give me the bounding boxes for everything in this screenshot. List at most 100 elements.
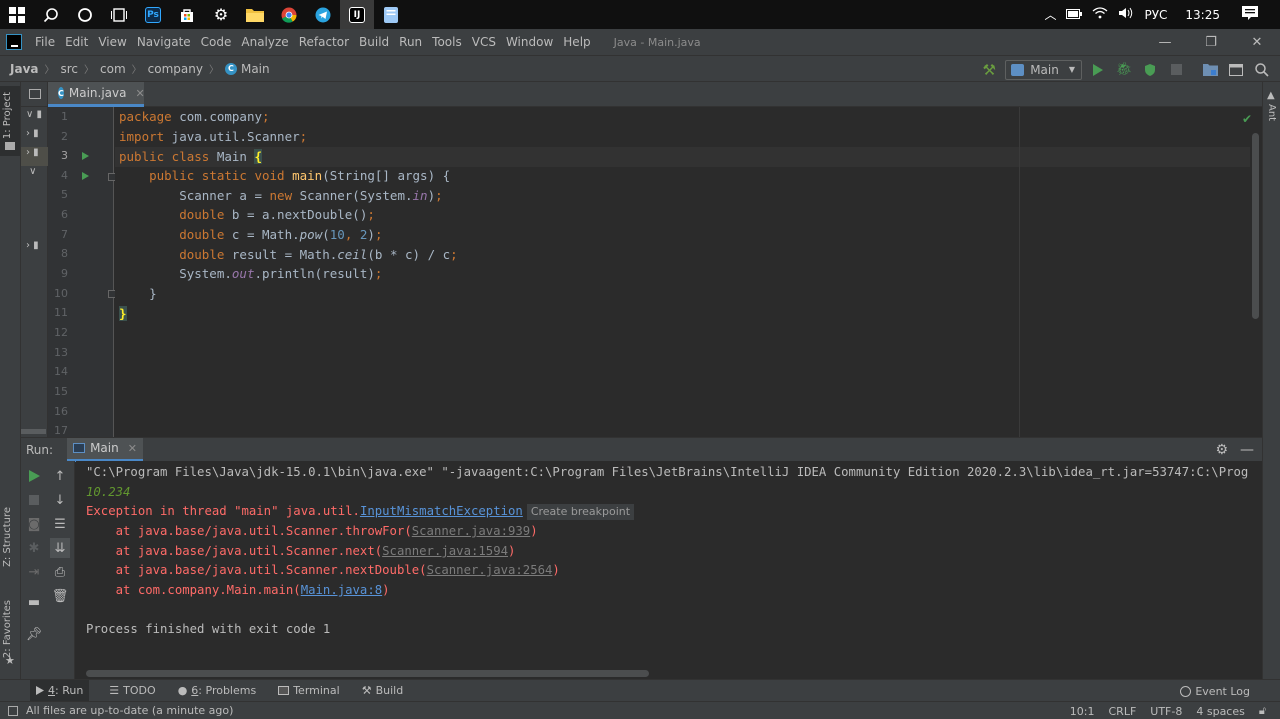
clock-time[interactable]: 13:25 (1185, 8, 1220, 22)
stop-icon[interactable] (24, 490, 44, 510)
source-link[interactable]: Scanner.java:939 (412, 524, 530, 538)
menu-navigate[interactable]: Navigate (132, 35, 196, 49)
tree-row[interactable]: ∨ (21, 166, 48, 185)
file-encoding[interactable]: UTF-8 (1150, 705, 1182, 718)
battery-icon[interactable] (1066, 8, 1083, 22)
cortana-icon[interactable] (68, 0, 102, 29)
run-configuration-select[interactable]: Main ▼ (1005, 59, 1082, 80)
tab-main-java[interactable]: C Main.java ✕ (48, 82, 145, 107)
terminal-tool-button[interactable]: Terminal (276, 680, 342, 702)
status-square-icon[interactable] (8, 705, 18, 716)
wifi-icon[interactable] (1092, 7, 1108, 22)
inspection-ok-check-icon[interactable]: ✔ (1242, 112, 1252, 126)
run-tool-button[interactable]: 4: Run (30, 679, 90, 702)
close-tab-icon[interactable]: ✕ (135, 87, 144, 100)
search-everywhere-icon[interactable] (1252, 60, 1272, 80)
close-tab-icon[interactable]: ✕ (128, 442, 137, 455)
chevron-up-icon[interactable]: ︿ (1044, 6, 1056, 23)
minimize-icon[interactable]: — (1142, 29, 1188, 55)
crumb-main[interactable]: Main (241, 62, 270, 76)
menu-analyze[interactable]: Analyze (236, 35, 293, 49)
debug-bug-icon[interactable]: 🐞︎ (1114, 60, 1134, 80)
source-link[interactable]: Scanner.java:2564 (427, 563, 553, 577)
search-icon[interactable] (34, 0, 68, 29)
tree-row[interactable]: › ▮ (21, 240, 48, 259)
intellij-taskbar-icon[interactable]: IJ (340, 0, 374, 29)
settings-gear-icon[interactable]: ⚙ (204, 0, 238, 29)
notifications-icon[interactable] (1242, 5, 1258, 24)
menu-run[interactable]: Run (394, 35, 427, 49)
windows-start-icon[interactable] (0, 0, 34, 29)
indent-setting[interactable]: 4 spaces (1196, 705, 1245, 718)
chrome-icon[interactable] (272, 0, 306, 29)
input-language[interactable]: РУС (1144, 8, 1167, 22)
console-horizontal-scrollbar[interactable] (86, 670, 649, 677)
run-console[interactable]: "C:\Program Files\Java\jdk-15.0.1\bin\ja… (76, 461, 1262, 679)
run-icon[interactable] (1088, 60, 1108, 80)
photoshop-icon[interactable]: Ps (136, 0, 170, 29)
favorites-star-icon[interactable]: ★ (5, 654, 15, 667)
run-gutter-icon[interactable] (82, 152, 89, 160)
scroll-up-icon[interactable]: ↑ (50, 466, 70, 486)
file-explorer-icon[interactable] (238, 0, 272, 29)
rerun-icon[interactable] (24, 466, 44, 486)
create-breakpoint-button[interactable]: Create breakpoint (526, 504, 635, 520)
stop-icon[interactable] (1166, 60, 1186, 80)
caret-position[interactable]: 10:1 (1070, 705, 1095, 718)
scroll-to-end-icon[interactable]: ⇊ (50, 538, 70, 558)
favorites-tab[interactable]: 2: Favorites (2, 600, 13, 658)
restore-icon[interactable]: ❐ (1188, 29, 1234, 55)
telegram-icon[interactable] (306, 0, 340, 29)
editor-scrollbar[interactable] (1250, 107, 1262, 437)
soft-wrap-icon[interactable]: ☰ (50, 514, 70, 534)
panel-layout-icon[interactable] (29, 89, 41, 99)
menu-code[interactable]: Code (196, 35, 237, 49)
lock-icon[interactable]: 🔓︎ (1259, 704, 1266, 718)
menu-vcs[interactable]: VCS (467, 35, 501, 49)
ant-tab[interactable]: Ant (1266, 104, 1277, 121)
menu-tools[interactable]: Tools (427, 35, 467, 49)
tree-row[interactable]: ∨ ▮ (21, 109, 48, 128)
crumb-src[interactable]: src (60, 62, 78, 76)
menu-window[interactable]: Window (501, 35, 558, 49)
scroll-down-icon[interactable]: ↓ (50, 490, 70, 510)
project-tab[interactable]: 1: Project (0, 86, 20, 156)
problems-tool-button[interactable]: ● 6: Problems (176, 680, 259, 702)
task-view-icon[interactable] (102, 0, 136, 29)
tree-row[interactable]: › ▮ (21, 128, 48, 147)
event-log-button[interactable]: Event Log (1180, 680, 1250, 702)
menu-edit[interactable]: Edit (60, 35, 93, 49)
run-gutter-icon[interactable] (82, 172, 89, 180)
menu-view[interactable]: View (93, 35, 131, 49)
hide-panel-icon[interactable]: — (1240, 442, 1254, 458)
tree-row-selected[interactable]: › ▮ (21, 147, 48, 166)
exit-icon[interactable]: ⇥ (24, 562, 44, 582)
source-link[interactable]: Scanner.java:1594 (382, 544, 508, 558)
close-icon[interactable]: ✕ (1234, 29, 1280, 55)
menu-build[interactable]: Build (354, 35, 394, 49)
camera-icon[interactable]: ◙ (24, 514, 44, 534)
layout-icon[interactable] (1226, 60, 1246, 80)
menu-help[interactable]: Help (558, 35, 595, 49)
project-panel-hscroll[interactable] (21, 429, 46, 434)
scrollbar-thumb[interactable] (1252, 133, 1259, 319)
notes-app-icon[interactable] (374, 0, 408, 29)
build-tool-button[interactable]: ⚒ Build (360, 680, 406, 702)
menu-file[interactable]: File (30, 35, 60, 49)
gear-icon[interactable]: ⚙ (1215, 442, 1228, 458)
project-structure-icon[interactable] (1200, 60, 1220, 80)
exception-link[interactable]: InputMismatchException (360, 504, 523, 518)
debug-disabled-icon[interactable]: ✱ (24, 538, 44, 558)
volume-icon[interactable] (1118, 7, 1134, 22)
structure-tab[interactable]: Z: Structure (2, 507, 13, 567)
print-icon[interactable]: ⎙ (50, 562, 70, 582)
crumb-company[interactable]: company (148, 62, 203, 76)
layout-icon[interactable]: ▬ (24, 592, 44, 612)
ant-build-icon[interactable]: ▲ (1267, 90, 1275, 101)
store-icon[interactable] (170, 0, 204, 29)
pin-icon[interactable]: 📌︎ (24, 624, 44, 644)
trash-icon[interactable]: 🗑︎ (50, 586, 70, 606)
crumb-project[interactable]: Java (10, 62, 38, 76)
menu-refactor[interactable]: Refactor (294, 35, 354, 49)
status-message[interactable]: All files are up-to-date (a minute ago) (26, 704, 233, 717)
